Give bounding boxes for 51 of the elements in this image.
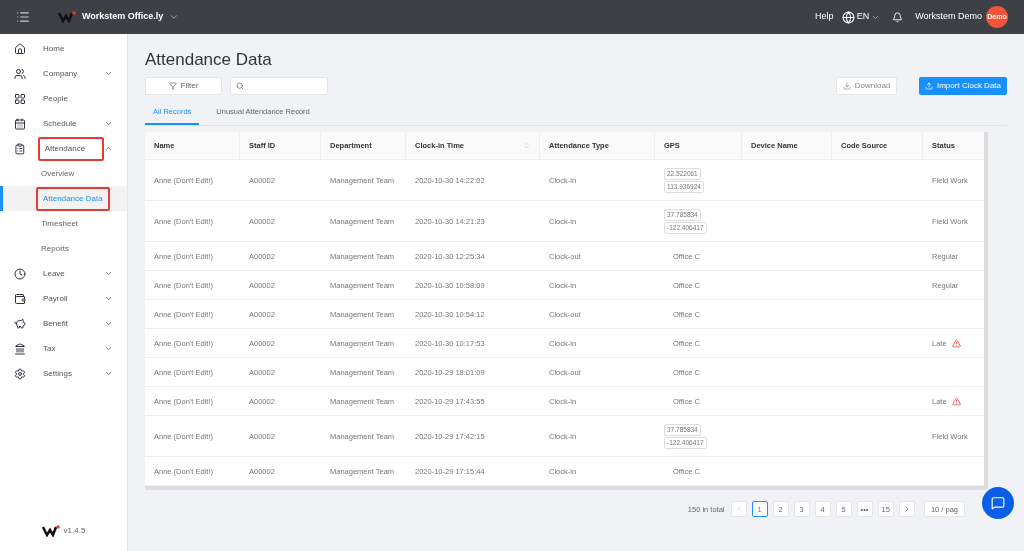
sidebar-item[interactable]: Payroll	[0, 286, 127, 311]
version-label: v1.4.5	[63, 525, 86, 537]
calendar-icon	[14, 117, 26, 130]
chevron-down-icon[interactable]	[104, 269, 113, 278]
search-field[interactable]	[230, 77, 328, 95]
chevron-up-icon[interactable]	[104, 144, 113, 153]
globe-icon[interactable]	[841, 10, 855, 24]
chat-icon	[991, 496, 1005, 510]
chevron-down-icon[interactable]	[104, 294, 113, 303]
user-name[interactable]: Workstem Demo	[915, 10, 982, 24]
funnel-icon	[168, 82, 177, 90]
sidebar-item[interactable]: Schedule	[0, 111, 127, 136]
chevron-down-icon[interactable]	[104, 119, 113, 128]
sidebar-item[interactable]: Tax	[0, 336, 127, 361]
sidebar-item[interactable]: Benefit	[0, 311, 127, 336]
search-icon	[236, 82, 244, 90]
page-title: Attendance Data	[145, 49, 273, 71]
help-link[interactable]: Help	[815, 10, 834, 24]
chevron-down-icon[interactable]	[104, 344, 113, 353]
sidebar-item[interactable]: Company	[0, 61, 127, 86]
brand-name[interactable]: Workstem Office.ly	[82, 10, 164, 24]
wallet-icon	[14, 292, 26, 305]
piggy-bank-icon	[14, 317, 26, 330]
chevron-down-icon[interactable]	[169, 12, 180, 22]
bell-icon[interactable]	[892, 11, 904, 23]
language-selector[interactable]: EN	[856, 10, 870, 24]
people-icon	[14, 67, 26, 80]
chevron-down-icon[interactable]	[104, 369, 113, 378]
home-icon	[14, 42, 26, 55]
logo-icon	[58, 11, 76, 23]
download-button[interactable]: Download	[836, 77, 897, 95]
sidebar-subitem[interactable]: Timesheet	[0, 211, 127, 236]
sidebar-subitem[interactable]: Overview	[0, 161, 127, 186]
sidebar-subitem[interactable]: Reports	[0, 236, 127, 261]
grid-icon	[14, 92, 26, 105]
sidebar-item[interactable]: Home	[0, 36, 127, 61]
bank-icon	[14, 342, 26, 355]
sidebar-item[interactable]: Leave	[0, 261, 127, 286]
sidebar-item[interactable]: People	[0, 86, 127, 111]
logo-icon	[41, 525, 60, 537]
sidebar-item[interactable]: Settings	[0, 361, 127, 386]
clock-icon	[14, 267, 26, 280]
settings-icon	[14, 367, 26, 380]
chat-button[interactable]	[982, 487, 1014, 519]
menu-icon[interactable]	[16, 10, 30, 24]
download-icon	[842, 82, 851, 90]
clipboard-icon	[14, 142, 26, 155]
filter-button[interactable]: Filter	[145, 77, 222, 95]
upload-icon	[925, 82, 933, 90]
chevron-down-icon[interactable]	[104, 69, 113, 78]
chevron-down-icon[interactable]	[104, 319, 113, 328]
